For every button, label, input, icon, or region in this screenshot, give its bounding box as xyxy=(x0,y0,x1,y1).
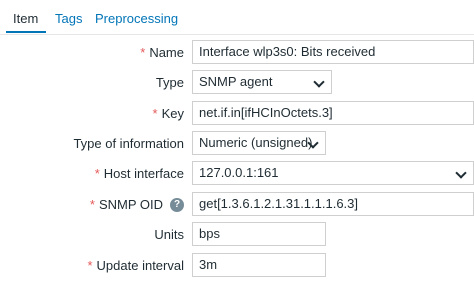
key-input[interactable]: net.if.in[ifHCInOctets.3] xyxy=(192,101,474,125)
host-interface-label: * Host interface xyxy=(94,166,184,181)
key-label: * Key xyxy=(152,106,184,121)
required-marker: * xyxy=(87,258,93,273)
type-of-information-select-value: Numeric (unsigned) xyxy=(199,135,313,150)
tab-tags[interactable]: Tags xyxy=(55,11,82,27)
row-snmp-oid: * SNMP OID? get[1.3.6.1.2.1.31.1.1.1.6.3] xyxy=(0,192,474,218)
row-update-interval: * Update interval 3m xyxy=(0,253,474,279)
host-interface-select-value: 127.0.0.1:161 xyxy=(199,165,279,180)
row-host-interface: * Host interface 127.0.0.1:161 xyxy=(0,161,474,187)
row-key: * Key net.if.in[ifHCInOctets.3] xyxy=(0,101,474,127)
tab-item[interactable]: Item xyxy=(13,11,38,27)
active-tab-indicator xyxy=(6,31,46,33)
row-units: Units bps xyxy=(0,222,474,248)
chevron-down-icon xyxy=(455,167,467,179)
row-type-of-information: Type of information Numeric (unsigned) xyxy=(0,131,474,157)
type-select-value: SNMP agent xyxy=(199,74,273,89)
tab-bar: Item Tags Preprocessing xyxy=(0,0,474,35)
required-marker: * xyxy=(89,197,95,212)
tab-preprocessing[interactable]: Preprocessing xyxy=(95,11,178,27)
update-interval-input[interactable]: 3m xyxy=(192,253,326,277)
type-label: Type xyxy=(155,75,184,90)
required-marker: * xyxy=(152,106,158,121)
update-interval-label: * Update interval xyxy=(87,258,184,273)
units-input[interactable]: bps xyxy=(192,222,326,246)
item-form: * Name Interface wlp3s0: Bits received Ty… xyxy=(0,34,474,283)
name-label: * Name xyxy=(140,45,184,60)
snmp-oid-input[interactable]: get[1.3.6.1.2.1.31.1.1.1.6.3] xyxy=(192,192,474,216)
host-interface-select[interactable]: 127.0.0.1:161 xyxy=(192,161,474,185)
row-type: Type SNMP agent xyxy=(0,70,474,96)
type-of-information-label: Type of information xyxy=(73,136,184,151)
snmp-oid-label: * SNMP OID? xyxy=(90,192,184,218)
type-select[interactable]: SNMP agent xyxy=(192,70,332,94)
row-name: * Name Interface wlp3s0: Bits received xyxy=(0,40,474,66)
required-marker: * xyxy=(94,166,100,181)
type-of-information-select[interactable]: Numeric (unsigned) xyxy=(192,131,326,155)
chevron-down-icon xyxy=(313,76,325,88)
required-marker: * xyxy=(140,45,146,60)
units-label: Units xyxy=(154,227,184,242)
name-input[interactable]: Interface wlp3s0: Bits received xyxy=(192,40,474,64)
help-icon[interactable]: ? xyxy=(170,197,184,212)
